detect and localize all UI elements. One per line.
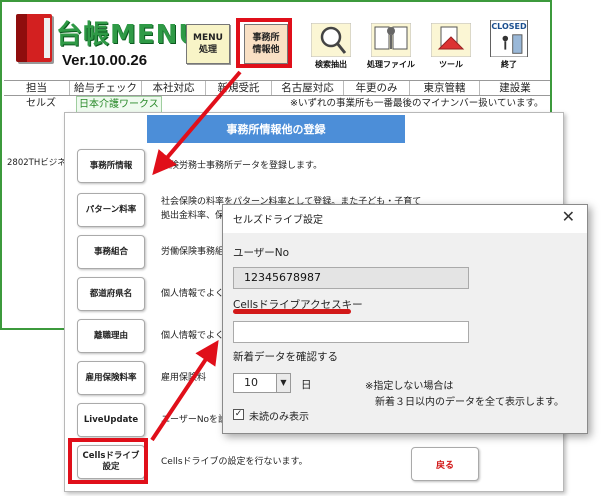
row-client-name: 2802THビジネ xyxy=(7,158,66,168)
liveupdate-label: LiveUpdate xyxy=(83,414,139,425)
office-info-desc: 保険労務士事務所データを登録します。 xyxy=(161,161,323,171)
search-extract-button[interactable]: 検索抽出 xyxy=(306,20,356,70)
dialog-title: セルズドライブ設定 xyxy=(233,215,323,226)
pattern-rate-desc-line2: 拠出金料率、保 xyxy=(161,211,225,221)
employment-insurance-rate-label: 雇用保険料率 xyxy=(85,372,137,383)
pattern-rate-label: パターン料率 xyxy=(85,204,137,215)
separation-reason-button[interactable]: 離職理由 xyxy=(77,319,145,353)
new-data-label: 新着データを確認する xyxy=(233,351,338,363)
company-cell: 日本介護ワークス xyxy=(76,96,162,113)
menu-button-line1: MENU xyxy=(193,33,223,43)
column-header[interactable]: 東京管轄 xyxy=(410,81,480,95)
column-header[interactable]: 担当 xyxy=(4,81,70,95)
column-header[interactable]: 新規受託 xyxy=(206,81,272,95)
table-row[interactable]: セルズ 日本介護ワークス ※いずれの事業所も一番最後のマイナンバー扱いています。 xyxy=(4,96,550,113)
search-extract-label: 検索抽出 xyxy=(315,60,347,69)
menu-button-line2: 処理 xyxy=(198,45,217,55)
process-file-icon xyxy=(371,23,411,57)
tool-label: ツール xyxy=(439,60,463,69)
app-version: Ver.10.00.26 xyxy=(62,52,148,69)
back-button[interactable]: 戻る xyxy=(411,447,479,481)
days-note-line1: ※指定しない場合は xyxy=(365,381,454,392)
office-info-register-label: 事務所情報 xyxy=(89,160,133,171)
process-file-button[interactable]: 処理ファイル xyxy=(366,20,416,70)
ledger-book-icon xyxy=(16,14,52,62)
days-note-line2: 新着３日以内のデータを全て表示します。 xyxy=(375,397,564,408)
office-info-register-button[interactable]: 事務所情報 xyxy=(77,149,145,183)
tool-button[interactable]: ツール xyxy=(426,20,476,70)
chevron-down-icon[interactable]: ▼ xyxy=(276,374,290,392)
close-app-button[interactable]: CLOSED 終了 xyxy=(484,20,534,70)
column-header[interactable]: 名古屋対応 xyxy=(272,81,344,95)
column-header[interactable]: 給与チェック xyxy=(70,81,142,95)
access-key-label: Cellsドライブアクセスキー xyxy=(233,299,363,311)
office-union-button[interactable]: 事務組合 xyxy=(77,235,145,269)
access-key-field[interactable] xyxy=(233,321,469,343)
separation-reason-label: 離職理由 xyxy=(93,330,128,341)
office-window-title: 事務所情報他の登録 xyxy=(147,115,405,143)
column-header[interactable]: 建設業 xyxy=(480,81,550,95)
process-file-label: 処理ファイル xyxy=(367,60,415,69)
office-union-label: 事務組合 xyxy=(93,246,128,257)
app-title: 台帳MENU xyxy=(56,20,201,50)
column-header-row: 担当 給与チェック 本社対応 新規受託 名古屋対応 年更のみ 東京管轄 建設業 xyxy=(4,80,550,96)
days-value: 10 xyxy=(244,376,258,389)
prefecture-button[interactable]: 都道府県名 xyxy=(77,277,145,311)
close-icon[interactable]: ✕ xyxy=(562,207,575,226)
days-unit-label: 日 xyxy=(301,379,312,391)
cells-drive-button-highlight xyxy=(68,438,148,484)
days-select[interactable]: 10 ▼ xyxy=(233,373,291,393)
prefecture-label: 都道府県名 xyxy=(89,288,133,299)
office-union-desc: 労働保険事務組 xyxy=(161,247,225,257)
user-no-field[interactable]: 12345678987 xyxy=(233,267,469,289)
employment-insurance-rate-button[interactable]: 雇用保険料率 xyxy=(77,361,145,395)
separation-reason-desc: 個人情報でよく xyxy=(161,331,225,341)
dialog-body: ユーザーNo 12345678987 Cellsドライブアクセスキー 新着データ… xyxy=(223,233,587,433)
employment-insurance-rate-desc: 雇用保険料 xyxy=(161,373,207,383)
cells-drive-desc: Cellsドライブの設定を行ないます。 xyxy=(161,457,308,467)
column-header[interactable]: 本社対応 xyxy=(142,81,206,95)
cells-drive-settings-dialog: セルズドライブ設定 ✕ ユーザーNo 12345678987 Cellsドライブ… xyxy=(222,204,588,434)
unread-only-checkbox[interactable]: ✓ xyxy=(233,409,244,420)
column-header[interactable]: 年更のみ xyxy=(344,81,410,95)
unread-only-label: 未読のみ表示 xyxy=(249,412,309,423)
tool-icon xyxy=(431,23,471,57)
prefecture-desc: 個人情報でよく xyxy=(161,289,225,299)
tanto-cell: セルズ xyxy=(26,98,56,109)
menu-process-button[interactable]: MENU 処理 xyxy=(186,24,230,64)
office-button-highlight xyxy=(236,18,292,68)
closed-label: CLOSED xyxy=(491,22,527,31)
user-no-label: ユーザーNo xyxy=(233,247,290,259)
liveupdate-button[interactable]: LiveUpdate xyxy=(77,403,145,437)
liveupdate-desc: ユーザーNoを設 xyxy=(161,415,228,425)
exit-label: 終了 xyxy=(501,60,517,69)
pattern-rate-button[interactable]: パターン料率 xyxy=(77,193,145,227)
magnifier-icon xyxy=(311,23,351,57)
note-cell: ※いずれの事業所も一番最後のマイナンバー扱いています。 xyxy=(290,98,544,109)
